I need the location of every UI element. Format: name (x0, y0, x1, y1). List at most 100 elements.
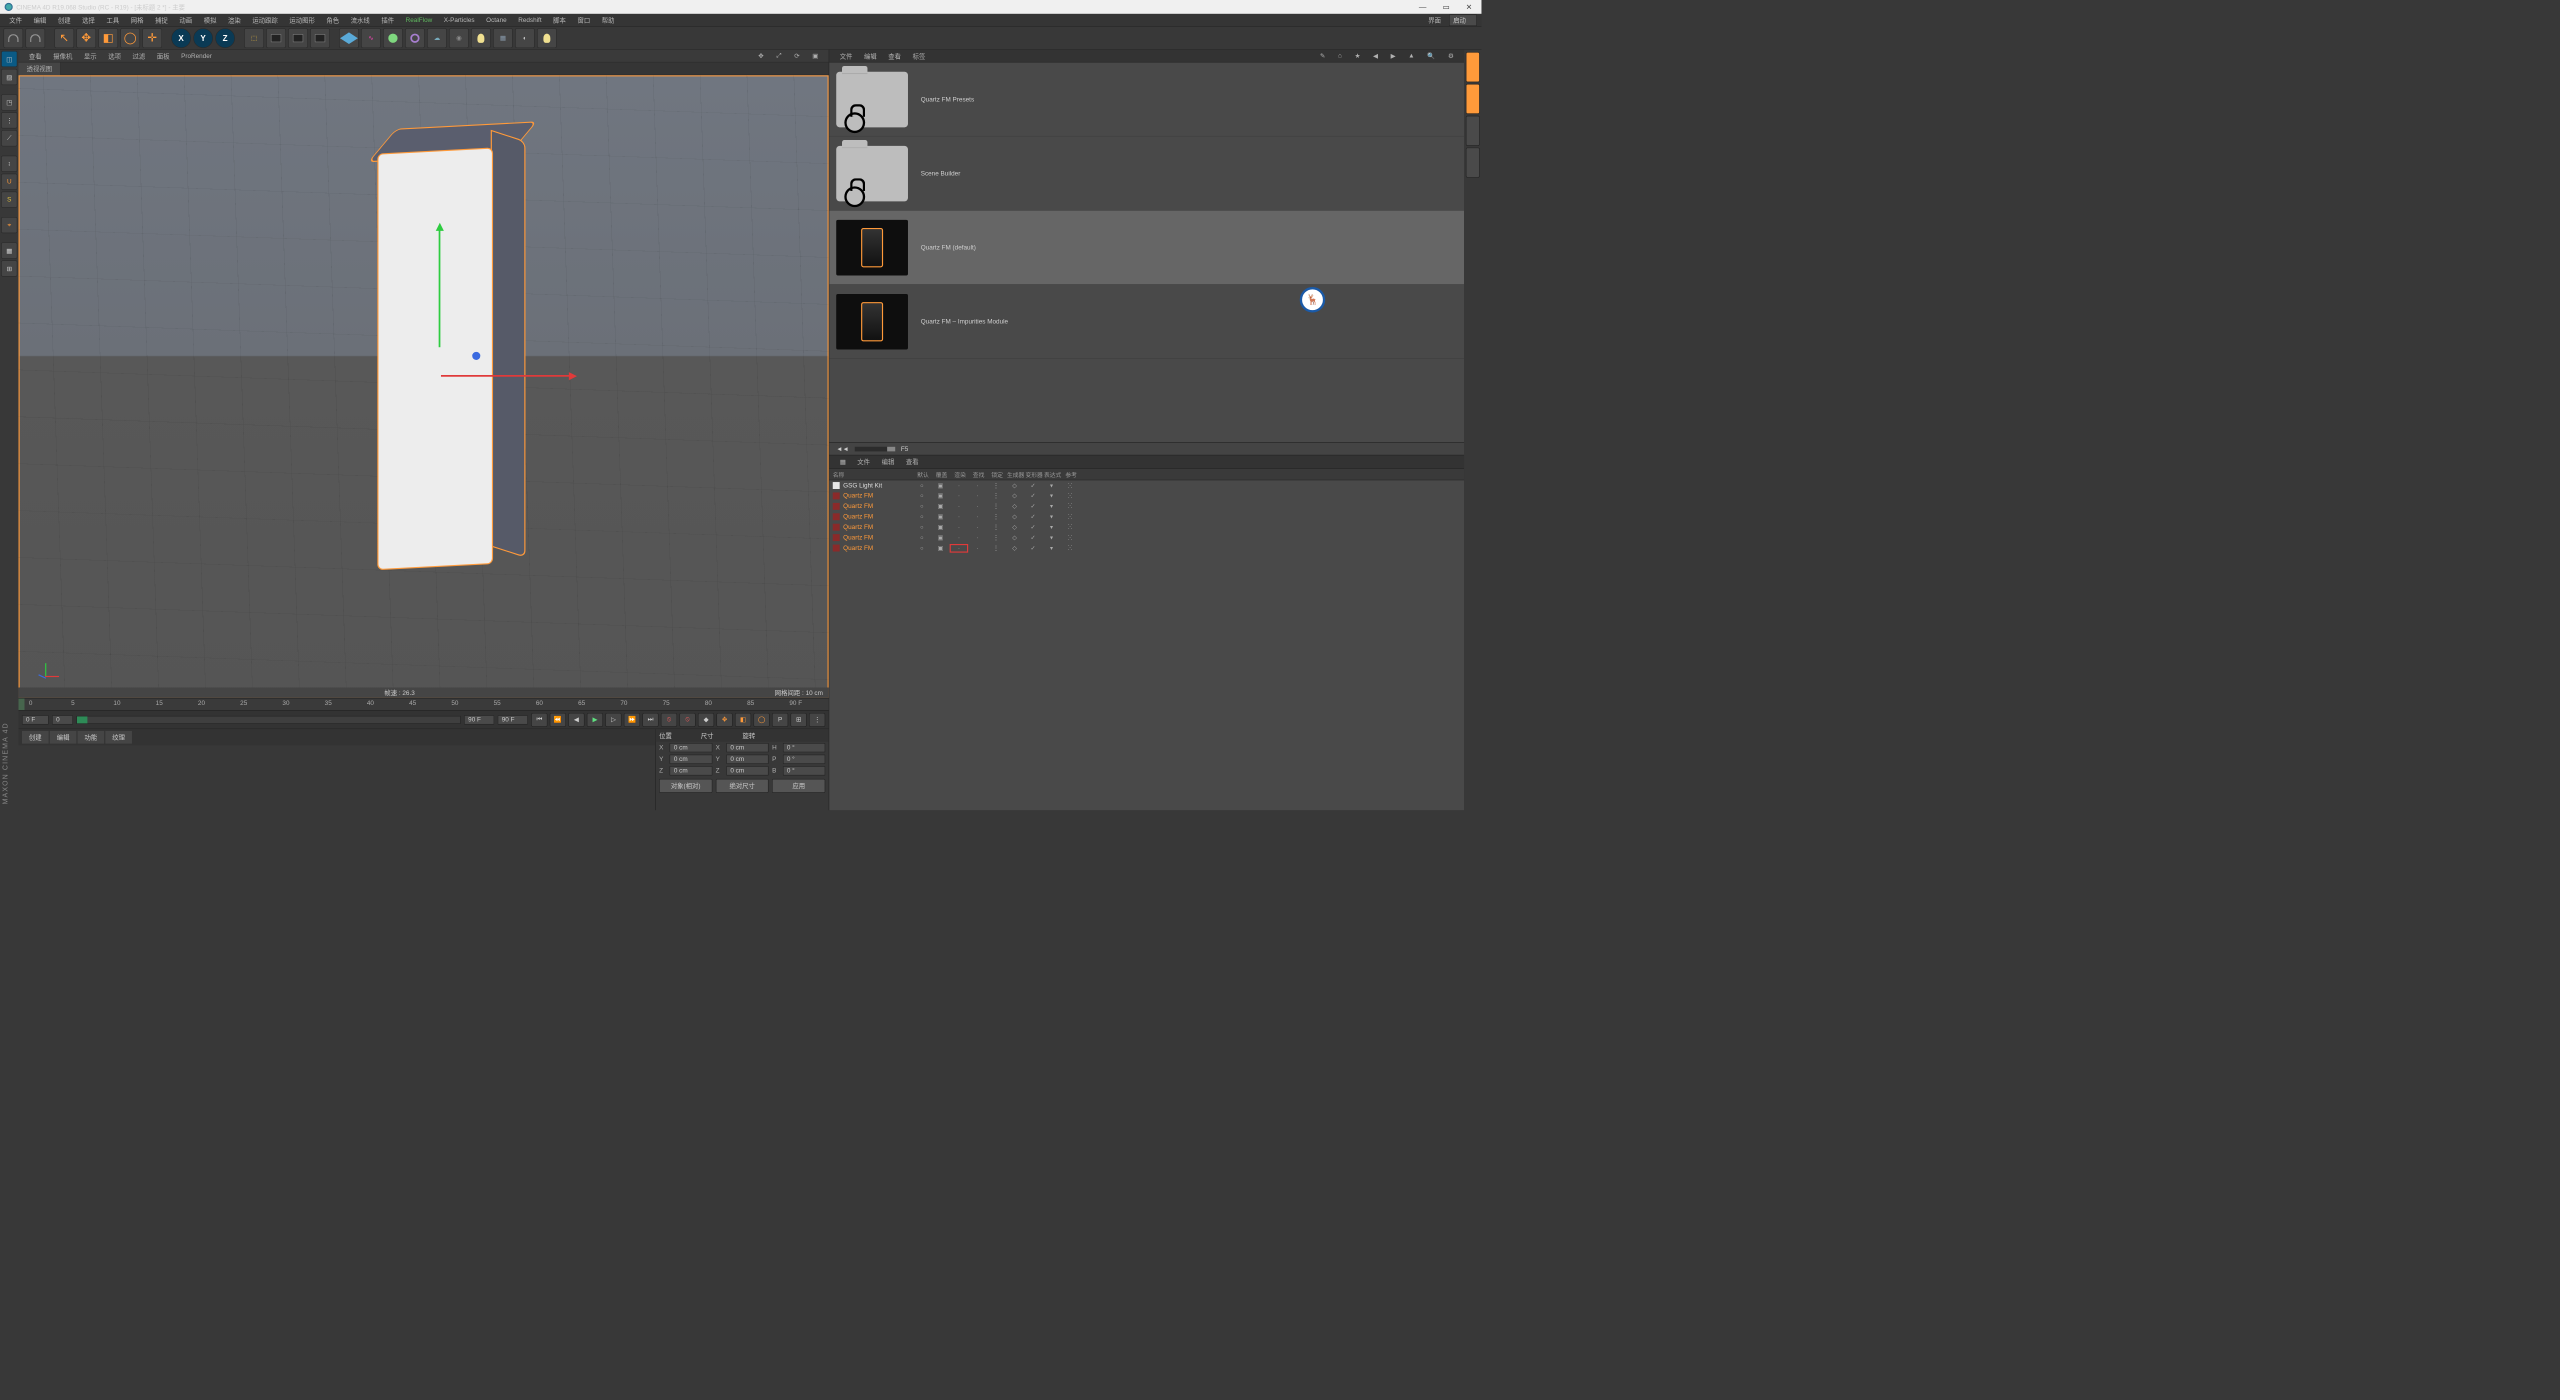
menu-script[interactable]: 脚本 (549, 14, 571, 26)
undo-button[interactable] (3, 28, 23, 48)
browser-menu-view[interactable]: 查看 (884, 50, 906, 62)
texture-mode-icon[interactable]: ▨ (1, 69, 17, 85)
take-cell[interactable]: ✓ (1024, 493, 1043, 499)
workplane-icon[interactable]: ▦ (1, 242, 17, 258)
camera-button[interactable]: ◉ (449, 28, 469, 48)
timeline-ruler[interactable]: 051015202530354045505560657075808590 F (19, 698, 829, 711)
mm-tab-function[interactable]: 功能 (78, 731, 105, 744)
take-row[interactable]: Quartz FM○▣··⋮◇✓▾ⵘ (829, 543, 1464, 553)
xform-pos-field[interactable]: 0 cm (670, 755, 712, 764)
menu-octane[interactable]: Octane (482, 15, 512, 24)
take-name[interactable]: Quartz FM (843, 534, 912, 541)
take-cell[interactable]: ⵘ (1061, 493, 1080, 499)
view-nav-icon[interactable]: ✥ (754, 51, 769, 61)
sculpt-mode-icon[interactable]: S (1, 192, 17, 208)
take-cell[interactable]: ▣ (931, 545, 950, 551)
take-cell[interactable]: ▣ (931, 514, 950, 520)
take-name[interactable]: Quartz FM (843, 545, 912, 552)
take-cell[interactable]: · (968, 493, 987, 499)
environment-button[interactable]: ☁ (427, 28, 447, 48)
timeline-end2-field[interactable]: 90 F (498, 715, 528, 724)
take-cell[interactable]: ▣ (931, 503, 950, 509)
mm-tab-create[interactable]: 创建 (22, 731, 49, 744)
take-cell[interactable]: ◇ (1005, 545, 1024, 551)
take-cell[interactable]: ⵘ (1061, 534, 1080, 540)
maximize-button[interactable]: ▭ (1443, 2, 1450, 11)
take-name[interactable]: Quartz FM (843, 524, 912, 531)
take-color-swatch[interactable] (833, 492, 840, 499)
take-row[interactable]: GSG Light Kit○▣··⋮◇✓▾ⵘ (829, 480, 1464, 490)
take-cell[interactable]: ○ (913, 482, 932, 488)
view-rotate-icon[interactable]: ⟳ (790, 51, 805, 61)
take-name[interactable]: GSG Light Kit (843, 482, 912, 489)
menu-plugins[interactable]: 插件 (377, 14, 399, 26)
thumb-size-slider[interactable] (855, 446, 896, 451)
render-settings-button[interactable] (310, 28, 330, 48)
take-cell[interactable]: ⋮ (987, 524, 1006, 530)
menu-render[interactable]: 渲染 (223, 14, 245, 26)
browser-item[interactable]: Quartz FM Presets (829, 62, 1464, 136)
take-cell[interactable]: ◇ (1005, 534, 1024, 540)
scale-tool[interactable]: ◧ (98, 28, 118, 48)
takes-column-header[interactable]: 变形器 (1025, 470, 1044, 479)
menu-edit[interactable]: 编辑 (29, 14, 51, 26)
take-cell[interactable]: ▣ (931, 482, 950, 488)
xform-pos-field[interactable]: 0 cm (670, 766, 712, 775)
point-mode-icon[interactable]: ⋮ (1, 112, 17, 128)
xform-apply-button[interactable]: 应用 (772, 779, 825, 793)
mm-tab-texture[interactable]: 纹理 (105, 731, 132, 744)
goto-end-button[interactable]: ⏭ (642, 713, 658, 727)
take-cell[interactable]: ✓ (1024, 482, 1043, 488)
axis-z-toggle[interactable]: Z (215, 28, 235, 48)
takes-column-header[interactable]: 表达式 (1043, 470, 1062, 479)
take-cell[interactable]: ✓ (1024, 524, 1043, 530)
viewmenu-cameras[interactable]: 摄像机 (49, 50, 77, 62)
take-cell[interactable]: ⋮ (987, 514, 1006, 520)
takes-column-header[interactable]: 参考 (1062, 470, 1081, 479)
take-cell[interactable]: · (950, 534, 969, 540)
prev-key-button[interactable]: ⏪ (550, 713, 566, 727)
key-scale-button[interactable]: ◧ (735, 713, 751, 727)
menu-simulate[interactable]: 模拟 (199, 14, 221, 26)
viewmenu-view[interactable]: 查看 (24, 50, 46, 62)
browser-item[interactable]: Quartz FM – Impurities Module (829, 285, 1464, 359)
rail-object-manager[interactable] (1466, 84, 1480, 114)
take-cell[interactable]: ✓ (1024, 514, 1043, 520)
keyframe-sel-button[interactable]: ◆ (698, 713, 714, 727)
take-cell[interactable]: ▾ (1042, 534, 1061, 540)
viewmenu-prorender[interactable]: ProRender (177, 51, 217, 60)
browser-new-icon[interactable]: ✎ (1315, 51, 1330, 61)
take-cell[interactable]: ▾ (1042, 524, 1061, 530)
take-cell[interactable]: ○ (913, 545, 932, 551)
take-cell[interactable]: ◇ (1005, 524, 1024, 530)
take-cell[interactable]: ○ (913, 493, 932, 499)
xform-size-field[interactable]: 0 cm (726, 766, 768, 775)
take-name[interactable]: Quartz FM (843, 503, 912, 510)
model-mode-icon[interactable]: ◫ (1, 51, 17, 67)
takes-column-header[interactable]: 覆盖 (932, 470, 951, 479)
key-rot-button[interactable]: ◯ (753, 713, 769, 727)
perspective-viewport[interactable]: 帧速 : 26.3 网格间距 : 10 cm (19, 75, 829, 698)
takes-column-header[interactable]: 查找 (969, 470, 988, 479)
deformer-button[interactable] (405, 28, 425, 48)
take-cell[interactable]: · (968, 503, 987, 509)
key-options-button[interactable]: ⋮ (809, 713, 825, 727)
light-button-2[interactable] (537, 28, 557, 48)
take-cell[interactable]: · (950, 514, 969, 520)
pager-prev-icon[interactable]: ◄◄ (836, 445, 849, 452)
xform-size-field[interactable]: 0 cm (726, 755, 768, 764)
floor-button[interactable]: ▦ (493, 28, 513, 48)
close-button[interactable]: ✕ (1466, 2, 1472, 11)
take-cell[interactable]: ◇ (1005, 503, 1024, 509)
take-cell[interactable]: ⋮ (987, 493, 1006, 499)
menu-tracker[interactable]: 运动跟踪 (248, 14, 283, 26)
take-cell[interactable]: ◇ (1005, 482, 1024, 488)
xform-rot-field[interactable]: 0 ° (783, 766, 825, 775)
lock-workplane-icon[interactable]: ⊞ (1, 260, 17, 276)
take-cell[interactable]: ⵘ (1061, 545, 1080, 551)
take-cell[interactable]: ⵘ (1061, 503, 1080, 509)
browser-back-icon[interactable]: ◀ (1368, 51, 1382, 61)
take-cell[interactable]: ⵘ (1061, 524, 1080, 530)
take-color-swatch[interactable] (833, 513, 840, 520)
viewport-tab-perspective[interactable]: 透视视图 (19, 62, 61, 75)
